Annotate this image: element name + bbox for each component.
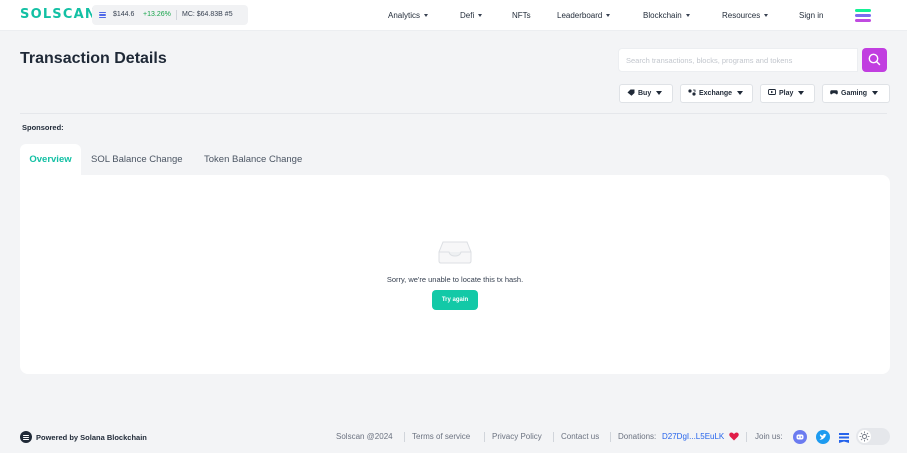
empty-inbox-icon bbox=[438, 241, 472, 264]
nav-defi[interactable]: Defi bbox=[460, 0, 483, 31]
divider bbox=[610, 432, 611, 442]
divider bbox=[553, 432, 554, 442]
theme-toggle[interactable] bbox=[856, 428, 890, 445]
divider bbox=[746, 432, 747, 442]
try-again-button[interactable]: Try again bbox=[432, 290, 478, 310]
chevron-down-icon bbox=[606, 14, 611, 18]
gamepad-icon bbox=[830, 90, 838, 95]
join-us-label: Join us: bbox=[755, 432, 783, 441]
search-button[interactable] bbox=[862, 48, 887, 72]
donations-label: Donations: bbox=[618, 432, 657, 441]
market-cap: MC: $64.83B #5 bbox=[182, 11, 233, 18]
tab-token-balance-change[interactable]: Token Balance Change bbox=[204, 144, 302, 175]
tag-icon bbox=[627, 89, 635, 96]
exchange-icon bbox=[688, 89, 696, 96]
sol-price-change: +13.26% bbox=[143, 11, 171, 18]
heart-icon bbox=[729, 432, 739, 441]
chevron-down-icon bbox=[478, 14, 483, 18]
copyright-text: Solscan @2024 bbox=[336, 432, 393, 441]
discord-icon[interactable] bbox=[793, 430, 807, 444]
privacy-link[interactable]: Privacy Policy bbox=[492, 431, 542, 443]
toggle-knob bbox=[858, 430, 871, 443]
solana-menu-icon[interactable] bbox=[855, 9, 871, 22]
chevron-down-icon bbox=[798, 91, 805, 96]
nav-leaderboard[interactable]: Leaderboard bbox=[557, 0, 611, 31]
sign-in-link[interactable]: Sign in bbox=[799, 0, 823, 31]
donation-address[interactable]: D27DgI...L5EuLK bbox=[662, 431, 724, 443]
chevron-down-icon bbox=[737, 91, 744, 96]
sol-price-widget: $144.6 +13.26% MC: $64.83B #5 bbox=[92, 5, 248, 25]
empty-message: Sorry, we're unable to locate this tx ha… bbox=[386, 275, 524, 284]
nav-analytics[interactable]: Analytics bbox=[388, 0, 429, 31]
twitter-icon[interactable] bbox=[816, 430, 830, 444]
divider bbox=[20, 113, 887, 114]
tab-overview[interactable]: Overview bbox=[20, 144, 81, 175]
powered-by-solana[interactable]: Powered by Solana Blockchain bbox=[20, 431, 147, 444]
buy-dropdown[interactable]: Buy bbox=[619, 84, 673, 103]
solana-icon bbox=[99, 12, 106, 19]
tab-sol-balance-change[interactable]: SOL Balance Change bbox=[91, 144, 183, 175]
chevron-down-icon bbox=[872, 91, 879, 96]
chevron-down-icon bbox=[764, 14, 769, 18]
top-navbar: SOLSCAN $144.6 +13.26% MC: $64.83B #5 An… bbox=[0, 0, 907, 31]
sun-icon bbox=[859, 431, 870, 442]
solscan-logo[interactable]: SOLSCAN bbox=[20, 8, 97, 22]
play-dropdown[interactable]: Play bbox=[760, 84, 815, 103]
terms-link[interactable]: Terms of service bbox=[412, 431, 470, 443]
gaming-dropdown[interactable]: Gaming bbox=[822, 84, 890, 103]
overview-panel: Sorry, we're unable to locate this tx ha… bbox=[20, 175, 890, 374]
sol-price: $144.6 bbox=[113, 11, 135, 18]
page-title: Transaction Details bbox=[20, 50, 167, 67]
sponsored-label: Sponsored: bbox=[22, 123, 64, 132]
nav-resources[interactable]: Resources bbox=[722, 0, 769, 31]
solana-icon bbox=[20, 431, 32, 443]
divider bbox=[176, 10, 177, 20]
divider bbox=[484, 432, 485, 442]
nav-blockchain[interactable]: Blockchain bbox=[643, 0, 690, 31]
chevron-down-icon bbox=[424, 14, 429, 18]
play-icon bbox=[768, 89, 776, 95]
chevron-down-icon bbox=[656, 91, 663, 96]
search-icon bbox=[868, 53, 881, 66]
nav-nfts[interactable]: NFTs bbox=[512, 0, 531, 31]
search-input[interactable] bbox=[618, 48, 858, 72]
medium-icon[interactable] bbox=[838, 431, 850, 443]
divider bbox=[404, 432, 405, 442]
chevron-down-icon bbox=[685, 14, 690, 18]
exchange-dropdown[interactable]: Exchange bbox=[680, 84, 753, 103]
contact-link[interactable]: Contact us bbox=[561, 431, 599, 443]
